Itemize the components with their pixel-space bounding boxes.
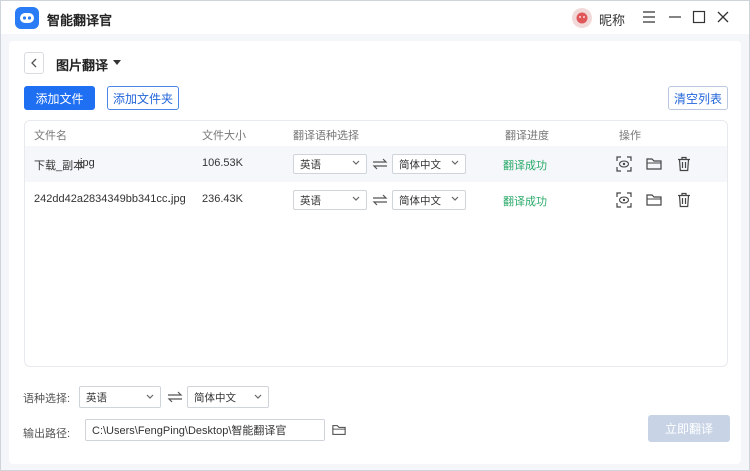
add-folder-button[interactable]: 添加文件夹 — [107, 86, 179, 110]
app-window: 智能翻译官 昵称 图片翻译 添加文件 添加文件夹 清空列表 文件名 文件大小 翻… — [0, 0, 750, 471]
source-lang-value: 英语 — [86, 391, 107, 404]
file-ext: .jpg — [168, 193, 186, 205]
header-lang: 翻译语种选择 — [293, 130, 359, 142]
swap-icon[interactable] — [372, 158, 388, 170]
bottom-target-lang-select[interactable]: 简体中文 — [187, 386, 269, 408]
close-icon[interactable] — [713, 7, 733, 27]
bottom-source-lang-select[interactable]: 英语 — [79, 386, 161, 408]
status-label: 翻译成功 — [503, 160, 547, 172]
chevron-down-icon — [254, 394, 262, 399]
file-size: 236.43K — [202, 193, 243, 205]
file-size: 106.53K — [202, 157, 243, 169]
page-title[interactable]: 图片翻译 — [56, 55, 108, 74]
output-path-label: 输出路径: — [23, 428, 71, 440]
source-lang-select[interactable]: 英语 — [293, 154, 367, 174]
chevron-down-icon — [352, 160, 360, 165]
file-name: 242dd42a2834349bb341cc... — [34, 193, 177, 205]
title-bar: 智能翻译官 昵称 — [1, 1, 749, 34]
swap-icon[interactable] — [167, 391, 183, 403]
avatar[interactable] — [572, 8, 592, 28]
trash-icon[interactable] — [676, 192, 692, 208]
chevron-down-icon — [146, 394, 154, 399]
header-filename: 文件名 — [34, 130, 67, 142]
source-lang-value: 英语 — [300, 158, 321, 171]
add-file-button[interactable]: 添加文件 — [24, 86, 95, 110]
table-row: 下载_副本 .jpg 106.53K 英语 简体中文 翻译成功 — [25, 146, 727, 182]
target-lang-select[interactable]: 简体中文 — [392, 190, 466, 210]
table-header: 文件名 文件大小 翻译语种选择 翻译进度 操作 — [25, 121, 727, 145]
maximize-icon[interactable] — [689, 7, 709, 27]
main-panel: 图片翻译 添加文件 添加文件夹 清空列表 文件名 文件大小 翻译语种选择 翻译进… — [9, 41, 741, 464]
chevron-left-icon — [31, 58, 37, 68]
source-lang-value: 英语 — [300, 194, 321, 207]
chevron-down-icon — [352, 196, 360, 201]
target-lang-value: 简体中文 — [399, 194, 441, 207]
output-path-input[interactable] — [85, 419, 325, 441]
target-lang-value: 简体中文 — [399, 158, 441, 171]
header-progress: 翻译进度 — [505, 130, 549, 142]
header-filesize: 文件大小 — [202, 130, 246, 142]
table-row: 242dd42a2834349bb341cc... .jpg 236.43K 英… — [25, 182, 727, 218]
preview-icon[interactable] — [616, 192, 632, 208]
trash-icon[interactable] — [676, 156, 692, 172]
back-button[interactable] — [24, 52, 44, 74]
menu-icon[interactable] — [639, 7, 659, 27]
swap-icon[interactable] — [372, 194, 388, 206]
lang-select-label: 语种选择: — [23, 393, 71, 405]
minimize-icon[interactable] — [665, 7, 685, 27]
folder-icon[interactable] — [646, 156, 662, 172]
robot-icon — [15, 7, 39, 29]
status-label: 翻译成功 — [503, 196, 547, 208]
start-translate-button[interactable]: 立即翻译 — [648, 415, 730, 442]
chevron-down-icon — [451, 196, 459, 201]
caret-down-icon[interactable] — [112, 59, 122, 66]
chevron-down-icon — [451, 160, 459, 165]
header-actions: 操作 — [619, 130, 641, 142]
source-lang-select[interactable]: 英语 — [293, 190, 367, 210]
nickname-label[interactable]: 昵称 — [599, 10, 625, 29]
preview-icon[interactable] — [616, 156, 632, 172]
file-table: 文件名 文件大小 翻译语种选择 翻译进度 操作 下载_副本 .jpg 106.5… — [24, 120, 728, 367]
target-lang-value: 简体中文 — [194, 391, 236, 404]
folder-icon[interactable] — [646, 192, 662, 208]
app-title: 智能翻译官 — [47, 13, 113, 28]
target-lang-select[interactable]: 简体中文 — [392, 154, 466, 174]
file-ext: .jpg — [77, 157, 95, 169]
clear-list-button[interactable]: 清空列表 — [668, 86, 728, 110]
folder-icon[interactable] — [332, 423, 346, 437]
